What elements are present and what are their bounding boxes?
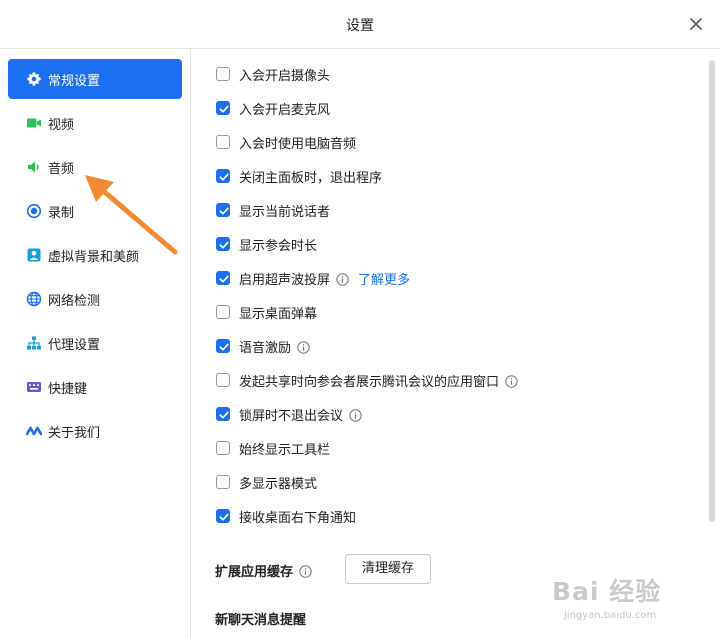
scrollbar-thumb[interactable] [709,60,715,522]
option-text: 锁屏时不退出会议 [239,405,362,424]
option-show-duration: 显示参会时长 [216,233,696,257]
option-show-speaker: 显示当前说话者 [216,199,696,223]
cache-section-title: 扩展应用缓存 [215,561,312,580]
watermark-text: Bai 经验 [552,577,662,606]
checkbox[interactable] [216,203,230,217]
sidebar-item-label: 音频 [48,162,75,177]
option-quit-on-close: 关闭主面板时，退出程序 [216,165,696,189]
info-icon[interactable] [336,273,349,286]
option-text: 启用超声波投屏 了解更多 [239,269,410,288]
info-icon[interactable] [505,375,518,388]
check-icon [219,173,229,181]
checkbox[interactable] [216,169,230,183]
checkbox[interactable] [216,101,230,115]
checkbox[interactable] [216,271,230,285]
checkbox[interactable] [216,237,230,251]
option-label: 入会时使用电脑音频 [239,137,357,152]
option-label: 发起共享时向参会者展示腾讯会议的应用窗口 [239,375,500,390]
watermark: Bai 经验 jingyan.baidu.com [552,570,712,630]
info-icon[interactable] [297,341,310,354]
logo-icon [26,426,42,436]
close-icon [690,18,702,30]
check-icon [219,513,229,521]
video-camera-icon [27,118,41,128]
window-title: 设置 [346,18,374,34]
sidebar-item-label: 快捷键 [48,382,88,397]
learn-more-link[interactable]: 了解更多 [358,273,410,288]
option-camera-on-join: 入会开启摄像头 [216,63,696,87]
option-stay-on-lock: 锁屏时不退出会议 [216,403,696,427]
sidebar-item-label: 录制 [48,206,75,221]
sidebar-item-label: 常规设置 [48,74,101,89]
globe-icon [26,291,42,307]
sidebar-item-shortcuts[interactable]: 快捷键 [8,367,182,407]
option-desktop-barrage: 显示桌面弹幕 [216,301,696,325]
settings-panel: 入会开启摄像头 入会开启麦克风 入会时使用电脑音频 关闭主面板时，退出程序 显示… [191,49,706,637]
option-label: 入会开启麦克风 [239,103,331,118]
sidebar-item-about[interactable]: 关于我们 [8,411,182,451]
option-label: 始终显示工具栏 [239,443,331,458]
option-label: 显示桌面弹幕 [239,307,318,322]
option-desktop-notifications: 接收桌面右下角通知 [216,505,696,529]
check-icon [219,241,229,249]
option-label: 启用超声波投屏 [239,273,331,288]
clear-cache-button[interactable]: 清理缓存 [345,554,431,584]
network-tree-icon [27,336,41,350]
checkbox[interactable] [216,441,230,455]
checkbox[interactable] [216,305,230,319]
option-multi-monitor: 多显示器模式 [216,471,696,495]
checkbox[interactable] [216,135,230,149]
option-voice-activation: 语音激励 [216,335,696,359]
checkbox[interactable] [216,407,230,421]
option-label: 锁屏时不退出会议 [239,409,344,424]
record-icon [26,203,42,219]
section-label: 扩展应用缓存 [215,565,294,580]
check-icon [219,105,229,113]
sidebar-item-general[interactable]: 常规设置 [8,59,182,99]
checkbox[interactable] [216,67,230,81]
option-label: 显示参会时长 [239,239,318,254]
title-bar: 设置 [0,0,720,49]
option-label: 多显示器模式 [239,477,318,492]
sidebar-item-label: 网络检测 [48,294,101,309]
info-icon[interactable] [299,565,312,578]
chat-section-title: 新聊天消息提醒 [215,613,307,628]
option-share-app-window: 发起共享时向参会者展示腾讯会议的应用窗口 [216,369,696,393]
checkbox[interactable] [216,509,230,523]
close-button[interactable] [686,14,706,34]
option-label: 接收桌面右下角通知 [239,511,357,526]
sidebar-item-video[interactable]: 视频 [8,103,182,143]
option-label: 入会开启摄像头 [239,69,331,84]
option-always-show-toolbar: 始终显示工具栏 [216,437,696,461]
check-icon [219,411,229,419]
sidebar-item-network-check[interactable]: 网络检测 [8,279,182,319]
checkbox[interactable] [216,373,230,387]
check-icon [219,207,229,215]
sidebar-item-proxy-settings[interactable]: 代理设置 [8,323,182,363]
watermark-url: jingyan.baidu.com [564,610,657,621]
sidebar: 常规设置 视频 音频 录制 虚拟背景和美颜 网络检测 代理设置 快捷键 关于我们 [0,49,191,637]
sidebar-item-label: 关于我们 [48,426,101,441]
checkbox[interactable] [216,475,230,489]
option-computer-audio: 入会时使用电脑音频 [216,131,696,155]
option-label: 语音激励 [239,341,292,356]
option-text: 发起共享时向参会者展示腾讯会议的应用窗口 [239,371,518,390]
option-ultrasonic-projection: 启用超声波投屏 了解更多 [216,267,696,291]
gear-icon [27,72,41,86]
option-label: 显示当前说话者 [239,205,331,220]
option-label: 关闭主面板时，退出程序 [239,171,383,186]
check-icon [219,275,229,283]
option-text: 语音激励 [239,337,310,356]
keyboard-icon [27,382,41,392]
portrait-icon [27,248,41,262]
checkbox[interactable] [216,339,230,353]
annotation-arrow-icon [85,175,178,255]
check-icon [219,343,229,351]
speaker-icon [28,161,39,173]
sidebar-item-label: 视频 [48,118,75,133]
sidebar-item-label: 代理设置 [48,338,101,353]
info-icon[interactable] [349,409,362,422]
option-mic-on-join: 入会开启麦克风 [216,97,696,121]
